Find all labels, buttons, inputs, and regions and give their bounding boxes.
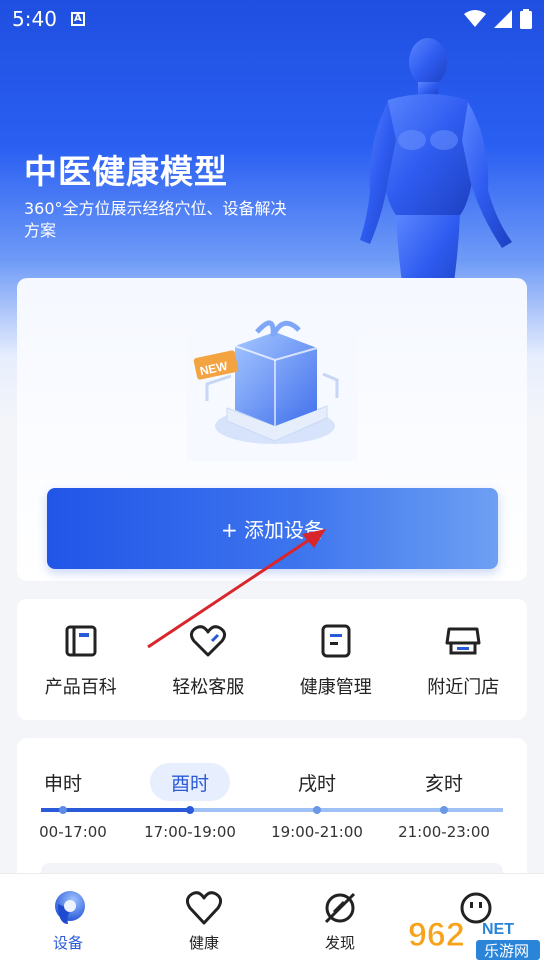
watermark-brand: 962 bbox=[408, 916, 465, 954]
time-marker-dot bbox=[440, 806, 448, 814]
time-marker-dot bbox=[186, 806, 194, 814]
document-icon bbox=[321, 624, 351, 658]
battery-icon bbox=[520, 9, 532, 29]
human-body-model-image bbox=[360, 38, 512, 310]
time-markers bbox=[59, 806, 448, 814]
quick-action-label: 健康管理 bbox=[299, 677, 372, 698]
tab-label: 设备 bbox=[52, 934, 83, 952]
quick-action-product-encyclopedia[interactable]: 产品百科 bbox=[17, 599, 145, 720]
hero-title: 中医健康模型 bbox=[24, 152, 228, 191]
hero-subtitle: 360°全方位展示经络穴位、设备解决方案 bbox=[24, 199, 287, 240]
quick-action-customer-service[interactable]: 轻松客服 bbox=[145, 599, 273, 720]
add-device-button[interactable]: + 添加设备 bbox=[47, 488, 498, 569]
quick-action-health-management[interactable]: 健康管理 bbox=[272, 599, 400, 720]
tab-label: 发现 bbox=[324, 934, 355, 952]
tab-discover[interactable]: 发现 bbox=[272, 874, 408, 967]
compass-icon bbox=[324, 892, 356, 924]
wifi-icon bbox=[464, 10, 486, 27]
watermark-suffix: NET bbox=[482, 921, 514, 938]
watermark-logo: 962 NET 乐游网 bbox=[408, 916, 540, 960]
heart-icon bbox=[190, 625, 227, 657]
book-icon bbox=[65, 625, 97, 657]
heart-outline-icon bbox=[185, 891, 223, 925]
time-tab-xu[interactable]: 戌时 bbox=[277, 763, 357, 801]
time-range-label: 17:00-19:00 bbox=[144, 823, 236, 841]
tab-label: 健康 bbox=[188, 934, 219, 952]
signal-icon bbox=[494, 10, 512, 28]
time-tab-you[interactable]: 酉时 bbox=[150, 763, 230, 801]
time-range-label: 21:00-23:00 bbox=[398, 823, 490, 841]
time-tab-shen[interactable]: 申时 bbox=[23, 763, 103, 801]
time-marker-dot bbox=[59, 806, 67, 814]
time-marker-dot bbox=[313, 806, 321, 814]
tab-health[interactable]: 健康 bbox=[136, 874, 272, 967]
quick-action-label: 产品百科 bbox=[44, 677, 117, 698]
status-time: 5:40 bbox=[12, 7, 57, 31]
gift-box-illustration: NEW bbox=[187, 306, 357, 461]
quick-action-label: 附近门店 bbox=[427, 677, 500, 698]
time-range-label: 00-17:00 bbox=[39, 823, 107, 841]
quick-action-label: 轻松客服 bbox=[172, 677, 245, 698]
store-icon bbox=[445, 627, 481, 655]
device-card: NEW + 添加设备 bbox=[17, 278, 527, 581]
quick-action-nearby-stores[interactable]: 附近门店 bbox=[400, 599, 528, 720]
tab-device[interactable]: 设备 bbox=[0, 874, 136, 967]
time-range-label: 19:00-21:00 bbox=[271, 823, 363, 841]
status-a-icon: A bbox=[70, 12, 85, 26]
watermark-text: 乐游网 bbox=[484, 942, 529, 960]
time-tab-hai[interactable]: 亥时 bbox=[404, 763, 484, 801]
device-icon bbox=[55, 891, 85, 924]
quick-actions-card: 产品百科 轻松客服 健康管理 附近门店 bbox=[17, 599, 527, 720]
